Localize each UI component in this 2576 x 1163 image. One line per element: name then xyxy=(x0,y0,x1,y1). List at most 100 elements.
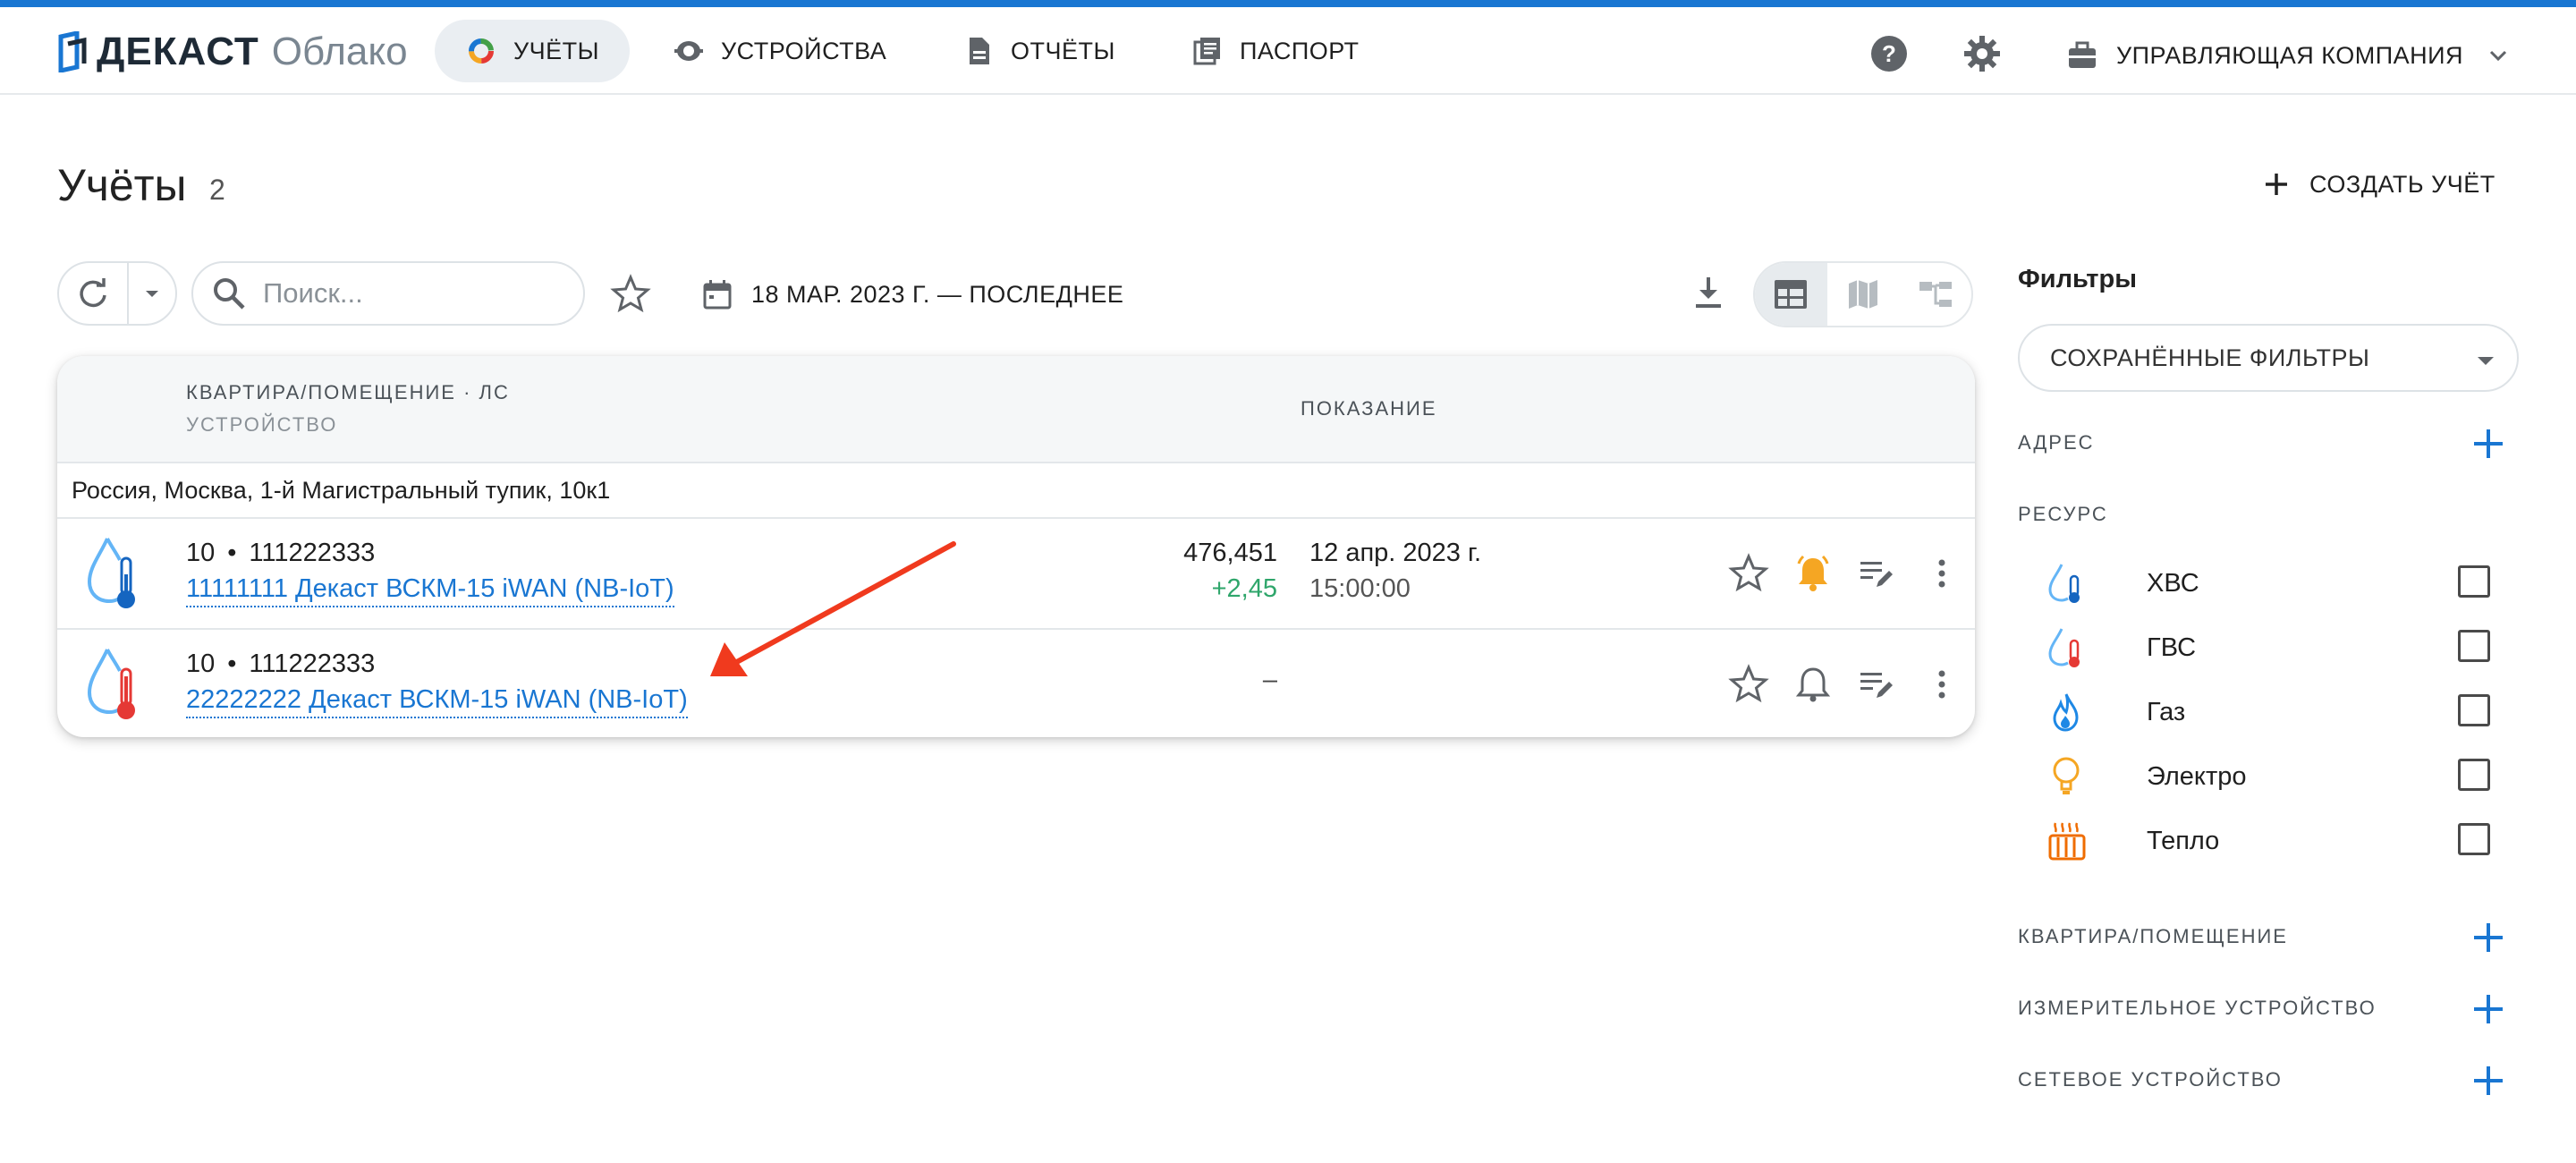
add-apartment-filter-plus-icon[interactable] xyxy=(2470,920,2506,955)
resource-filter-electricity[interactable]: Электро xyxy=(2046,751,2512,802)
resource-filter-gas[interactable]: Газ xyxy=(2046,687,2512,737)
filter-section-network-device: СЕТЕВОЕ УСТРОЙСТВО xyxy=(2018,1068,2283,1091)
add-meter-device-filter-plus-icon[interactable] xyxy=(2470,991,2506,1027)
hot-water-icon xyxy=(87,649,135,719)
nav-item-meters[interactable]: УЧЁТЫ xyxy=(435,20,631,82)
star-icon[interactable] xyxy=(1728,553,1769,594)
table-row[interactable]: 10 • 111222333 11111111 Декаст ВСКМ-15 iWA… xyxy=(57,519,1975,630)
filter-section-resource: РЕСУРС xyxy=(2018,503,2108,525)
resource-label: ГВС xyxy=(2147,633,2197,662)
calendar-icon xyxy=(703,280,732,310)
search-box xyxy=(191,261,585,326)
device-link[interactable]: 11111111 Декаст ВСКМ-15 iWAN (NB-IoT) xyxy=(186,574,674,607)
nav-label: ПАСПОРТ xyxy=(1240,37,1360,64)
help-icon[interactable]: ? xyxy=(1869,34,1909,73)
cold-water-icon xyxy=(87,538,135,608)
top-navigation-bar: ДЕКАСТ Облако УЧЁТЫ УСТРОЙСТВА ОТЧЁТЫ ПА… xyxy=(0,7,2576,95)
resource-checkbox[interactable] xyxy=(2458,694,2490,726)
apartment-number: 10 xyxy=(186,649,216,678)
filter-section-apartment: КВАРТИРА/ПОМЕЩЕНИЕ xyxy=(2018,925,2288,947)
meters-ring-icon xyxy=(469,38,494,64)
reading-value: – xyxy=(1262,666,1277,694)
tree-view-button[interactable] xyxy=(1899,263,1971,326)
tree-view-icon xyxy=(1919,282,1952,307)
resource-checkbox[interactable] xyxy=(2458,759,2490,791)
reading-delta: +2,45 xyxy=(1211,574,1277,603)
edit-notes-icon[interactable] xyxy=(1857,664,1898,705)
create-label: СОЗДАТЬ УЧЁТ xyxy=(2309,170,2496,198)
nav-label: УЧЁТЫ xyxy=(513,37,600,64)
nav-item-reports[interactable]: ОТЧЁТЫ xyxy=(962,20,1115,82)
logo-mark-icon xyxy=(58,31,87,72)
refresh-button[interactable] xyxy=(59,263,129,324)
account-number: 111222333 xyxy=(249,649,376,678)
nav-item-passport[interactable]: ПАСПОРТ xyxy=(1191,20,1360,82)
apartment-account: 10 • 111222333 xyxy=(186,649,375,679)
apartment-number: 10 xyxy=(186,539,216,567)
saved-filters-label: СОХРАНЁННЫЕ ФИЛЬТРЫ xyxy=(2050,344,2370,371)
map-view-icon xyxy=(1849,280,1877,309)
company-selector[interactable]: УПРАВЛЯЮЩАЯ КОМПАНИЯ xyxy=(2066,27,2512,84)
resource-label: Электро xyxy=(2147,762,2247,791)
resource-checkbox[interactable] xyxy=(2458,565,2490,598)
nav-label: УСТРОЙСТВА xyxy=(721,37,887,64)
star-icon[interactable] xyxy=(1728,664,1769,705)
gas-flame-icon xyxy=(2053,693,2079,732)
view-switcher xyxy=(1753,261,1973,327)
saved-filters-dropdown[interactable]: СОХРАНЁННЫЕ ФИЛЬТРЫ xyxy=(2018,324,2519,392)
logo[interactable]: ДЕКАСТ Облако xyxy=(57,27,408,77)
device-link[interactable]: 22222222 Декаст ВСКМ-15 iWAN (NB-IoT) xyxy=(186,685,688,718)
create-meter-button[interactable]: СОЗДАТЬ УЧЁТ xyxy=(2263,166,2496,202)
caret-down-icon xyxy=(2478,357,2494,365)
resource-checkbox[interactable] xyxy=(2458,630,2490,662)
date-range-picker[interactable]: 18 МАР. 2023 Г. — ПОСЛЕДНЕЕ xyxy=(701,274,1123,315)
page-title: Учёты xyxy=(57,160,187,210)
column-header-device[interactable]: УСТРОЙСТВО xyxy=(186,413,337,437)
company-label: УПРАВЛЯЮЩАЯ КОМПАНИЯ xyxy=(2116,41,2464,69)
apartment-account: 10 • 111222333 xyxy=(186,539,375,568)
map-view-button[interactable] xyxy=(1827,263,1900,326)
add-address-filter-plus-icon[interactable] xyxy=(2470,426,2506,462)
table-view-button[interactable] xyxy=(1755,263,1827,326)
logo-sub: Облако xyxy=(271,30,408,73)
add-network-device-filter-plus-icon[interactable] xyxy=(2470,1063,2506,1099)
address-group-row: Россия, Москва, 1-й Магистральный тупик,… xyxy=(57,463,1975,519)
resource-filter-heat[interactable]: Тепло xyxy=(2046,816,2512,866)
table-view-icon xyxy=(1775,280,1808,309)
plus-icon xyxy=(2266,174,2287,195)
caret-down-icon xyxy=(146,291,158,297)
svg-text:?: ? xyxy=(1882,40,1896,67)
resource-checkbox[interactable] xyxy=(2458,823,2490,855)
reading-value: 476,451 xyxy=(1183,539,1277,567)
logo-word: ДЕКАСТ xyxy=(97,30,259,73)
alarm-bell-icon[interactable] xyxy=(1792,553,1834,594)
favorites-star-icon[interactable] xyxy=(610,274,651,315)
refresh-options-dropdown[interactable] xyxy=(129,263,175,324)
column-header-reading[interactable]: ПОКАЗАНИЕ xyxy=(1301,397,1437,420)
gear-icon[interactable] xyxy=(1962,34,2002,73)
filter-section-address: АДРЕС xyxy=(2018,431,2095,454)
separator-dot: • xyxy=(227,649,237,678)
bell-icon[interactable] xyxy=(1792,664,1834,705)
more-vertical-icon[interactable] xyxy=(1921,553,1962,594)
hot-water-icon xyxy=(2048,628,2080,667)
search-input[interactable] xyxy=(263,277,558,310)
nav-item-devices[interactable]: УСТРОЙСТВА xyxy=(673,20,886,82)
device-icon xyxy=(674,41,703,61)
filters-title: Фильтры xyxy=(2018,265,2137,293)
more-vertical-icon[interactable] xyxy=(1921,664,1962,705)
radiator-icon xyxy=(2048,822,2086,861)
briefcase-icon xyxy=(2069,41,2096,68)
chevron-down-icon xyxy=(2489,50,2507,62)
resource-label: ХВС xyxy=(2147,569,2199,598)
edit-notes-icon[interactable] xyxy=(1857,553,1898,594)
document-icon xyxy=(970,38,989,64)
reading-time: 15:00:00 xyxy=(1309,574,1411,603)
resource-filter-cold-water[interactable]: ХВС xyxy=(2046,558,2512,608)
column-header-apartment[interactable]: КВАРТИРА/ПОМЕЩЕНИЕ · ЛС xyxy=(186,381,510,404)
resource-filter-hot-water[interactable]: ГВС xyxy=(2046,623,2512,673)
account-number: 111222333 xyxy=(249,539,376,567)
table-row[interactable]: 10 • 111222333 22222222 Декаст ВСКМ-15 iWA… xyxy=(57,630,1975,737)
passport-icon xyxy=(1193,38,1220,65)
download-icon[interactable] xyxy=(1689,274,1728,313)
